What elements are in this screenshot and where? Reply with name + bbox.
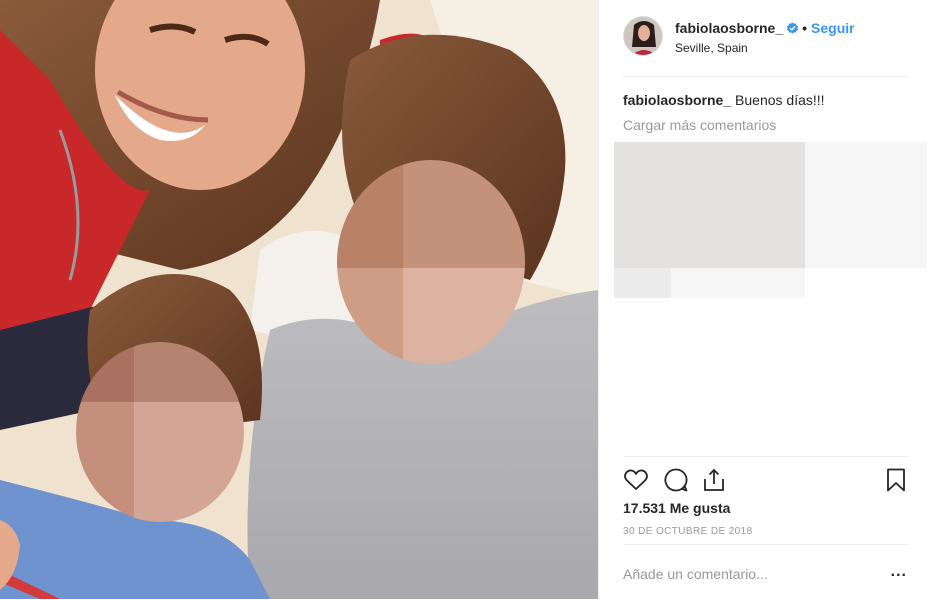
share-icon[interactable] (701, 467, 727, 493)
location-link[interactable]: Seville, Spain (675, 41, 748, 55)
comment-icon[interactable] (663, 467, 689, 493)
load-more-comments-button[interactable]: Cargar más comentarios (623, 117, 776, 133)
selfie-image (0, 0, 598, 599)
username-link[interactable]: fabiolaosborne_ (675, 20, 783, 36)
follow-button[interactable]: Seguir (811, 20, 855, 36)
separator-dot: • (802, 20, 808, 36)
loading-placeholder (805, 142, 927, 268)
likes-count[interactable]: 17.531 Me gusta (623, 500, 730, 516)
caption-username[interactable]: fabiolaosborne_ (623, 92, 731, 108)
action-bar (623, 456, 909, 501)
avatar[interactable] (623, 16, 663, 56)
caption-text: Buenos días!!! (735, 92, 825, 108)
blurred-face-left (76, 342, 244, 522)
loading-placeholder (671, 268, 805, 298)
blurred-face-right (337, 160, 525, 364)
more-options-button[interactable]: ... (891, 563, 907, 581)
heart-icon[interactable] (623, 467, 649, 493)
avatar-image (624, 17, 662, 55)
loading-placeholder (614, 268, 671, 298)
loading-placeholder (614, 142, 805, 268)
post-photo[interactable] (0, 0, 598, 599)
post-header: fabiolaosborne_ • Seguir Seville, Spain (623, 16, 909, 77)
verified-badge-icon (787, 22, 799, 34)
caption: fabiolaosborne_ Buenos días!!! (623, 92, 825, 108)
username-row: fabiolaosborne_ • Seguir (675, 20, 855, 36)
post-side-panel: fabiolaosborne_ • Seguir Seville, Spain f… (598, 0, 931, 599)
post-date: 30 DE OCTUBRE DE 2018 (623, 526, 753, 537)
bookmark-icon[interactable] (883, 467, 909, 493)
comment-input[interactable] (623, 559, 873, 589)
comment-bar: ... (623, 544, 909, 600)
